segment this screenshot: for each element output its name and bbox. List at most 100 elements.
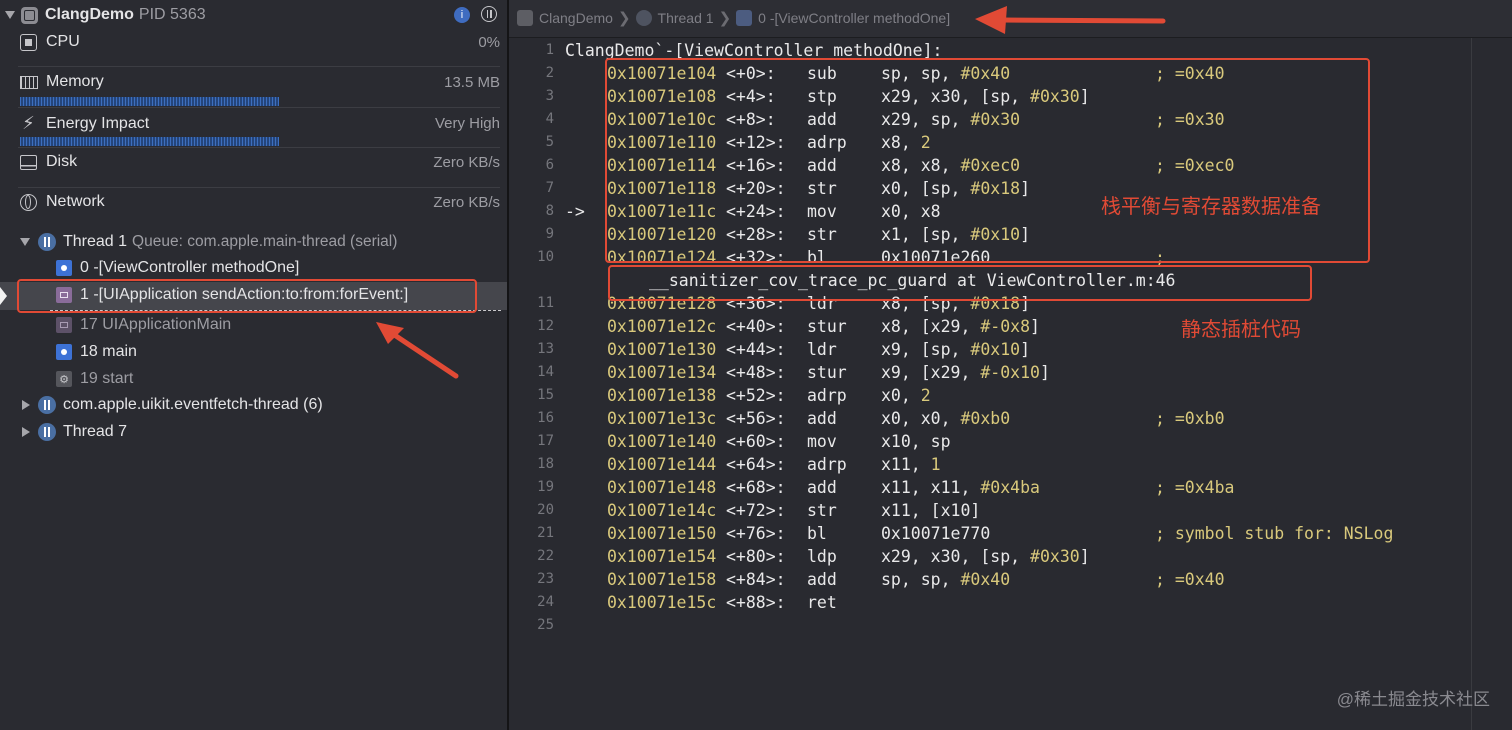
current-instruction-marker: ->	[565, 202, 585, 221]
instruction-opcode: ldr	[807, 340, 837, 359]
user-frame-icon	[56, 344, 72, 360]
stack-prep-box	[605, 58, 1370, 263]
instruction-offset: <+88>:	[726, 593, 786, 612]
frame-label: 18 main	[80, 343, 137, 360]
instruction-operands: sp, sp, #0x40	[881, 570, 1011, 589]
gauge-disk[interactable]: Disk Zero KB/s	[20, 153, 500, 171]
instruction-row[interactable]: 0x10071e14c <+72>: str x11, [x10]	[509, 501, 1469, 523]
instruction-offset: <+40>:	[726, 317, 786, 336]
annotation-arrow	[376, 322, 459, 379]
thread-icon	[38, 423, 56, 441]
breadcrumb-thread[interactable]: Thread 1	[658, 10, 714, 26]
instruction-opcode: str	[807, 501, 837, 520]
threads-toggle-icon[interactable]	[481, 6, 497, 22]
instruction-operands: x11, 1	[881, 455, 941, 474]
jump-bar: ClangDemo ❯ Thread 1 ❯ 0 -[ViewControlle…	[509, 0, 1512, 38]
jump-bar-path: ClangDemo ❯ Thread 1 ❯ 0 -[ViewControlle…	[517, 9, 950, 27]
disclosure-collapsed-icon[interactable]	[22, 427, 30, 437]
instruction-offset: <+68>:	[726, 478, 786, 497]
instruction-opcode: stur	[807, 363, 847, 382]
instruction-offset: <+56>:	[726, 409, 786, 428]
instruction-row[interactable]: 0x10071e140 <+60>: mov x10, sp	[509, 432, 1469, 454]
instruction-comment: ; =0xb0	[1155, 409, 1225, 428]
instruction-comment: ; symbol stub for: NSLog	[1155, 524, 1394, 543]
instruction-operands: x11, [x10]	[881, 501, 981, 520]
gauge-network[interactable]: Network Zero KB/s	[20, 193, 500, 211]
instruction-opcode: adrp	[807, 386, 847, 405]
disclosure-expanded-icon[interactable]	[5, 11, 15, 19]
frame-label: 17 UIApplicationMain	[80, 316, 232, 333]
chevron-right-icon: ❯	[617, 10, 631, 27]
instruction-row[interactable]: 0x10071e144 <+64>: adrp x11, 1	[509, 455, 1469, 477]
chevron-right-icon: ❯	[718, 10, 732, 27]
instruction-address: 0x10071e158	[607, 570, 717, 589]
line-number: 25	[537, 617, 554, 633]
instruction-row[interactable]: 0x10071e138 <+52>: adrp x0, 2	[509, 386, 1469, 408]
instruction-opcode: ret	[807, 593, 837, 612]
breadcrumb-project[interactable]: ClangDemo	[539, 10, 613, 26]
thread-icon	[38, 233, 56, 251]
instruction-row[interactable]: 0x10071e158 <+84>: add sp, sp, #0x40 ; =0x40	[509, 570, 1469, 592]
gauge-memory[interactable]: Memory 13.5 MB	[20, 73, 500, 91]
energy-usage-bar	[20, 137, 279, 146]
thread-1-row[interactable]: Thread 1 Queue: com.apple.main-thread (s…	[20, 233, 397, 251]
instruction-offset: <+60>:	[726, 432, 786, 451]
thread-icon	[38, 396, 56, 414]
thread-name: Thread 7	[63, 423, 128, 440]
instruction-opcode: ldp	[807, 547, 837, 566]
gauge-cpu[interactable]: CPU 0%	[20, 33, 500, 51]
minimap[interactable]	[1471, 38, 1512, 730]
stack-frame[interactable]: 0 -[ViewController methodOne]	[56, 259, 299, 277]
instruction-offset: <+52>:	[726, 386, 786, 405]
process-name: ClangDemo	[45, 6, 134, 23]
stack-frame[interactable]: 18 main	[56, 343, 137, 361]
info-icon[interactable]: i	[454, 7, 470, 23]
instruction-row[interactable]: 0x10071e130 <+44>: ldr x9, [sp, #0x10]	[509, 340, 1469, 362]
gauge-energy[interactable]: ⚡ Energy Impact Very High	[20, 113, 500, 134]
globe-icon	[20, 193, 37, 211]
instruction-opcode: add	[807, 570, 837, 589]
instruction-operands: x9, [x29, #-0x10]	[881, 363, 1050, 382]
stack-frame[interactable]: ⚙ 19 start	[56, 370, 133, 388]
instruction-opcode: add	[807, 409, 837, 428]
disk-icon	[20, 154, 37, 170]
gauge-label: Network	[46, 193, 105, 210]
annotation-arrow	[975, 6, 1166, 34]
disclosure-expanded-icon[interactable]	[20, 238, 30, 246]
gauge-value: Zero KB/s	[433, 153, 500, 171]
instruction-opcode: adrp	[807, 455, 847, 474]
disclosure-collapsed-icon[interactable]	[22, 400, 30, 410]
instruction-operands: x0, 2	[881, 386, 931, 405]
framework-frame-icon	[56, 317, 72, 333]
breadcrumb-frame[interactable]: 0 -[ViewController methodOne]	[758, 10, 950, 26]
instruction-operands: 0x10071e770	[881, 524, 991, 543]
instruction-comment: ; =0x40	[1155, 570, 1225, 589]
stack-frame[interactable]: 17 UIApplicationMain	[56, 316, 231, 334]
instruction-operands: x29, x30, [sp, #0x30]	[881, 547, 1090, 566]
instruction-address: 0x10071e134	[607, 363, 717, 382]
instruction-address: 0x10071e150	[607, 524, 717, 543]
thread-name: com.apple.uikit.eventfetch-thread (6)	[63, 396, 323, 413]
thread-row[interactable]: Thread 7	[22, 423, 127, 441]
stack-prep-note: 栈平衡与寄存器数据准备	[1101, 196, 1321, 218]
instruction-row[interactable]: 0x10071e134 <+48>: stur x9, [x29, #-0x10]	[509, 363, 1469, 385]
instrumentation-box	[608, 265, 1312, 301]
instruction-row[interactable]: 0x10071e15c <+88>: ret	[509, 593, 1469, 615]
process-row[interactable]: ClangDemo PID 5363	[5, 6, 206, 24]
divider	[18, 66, 500, 67]
gauge-label: Memory	[46, 73, 104, 90]
instruction-row[interactable]: 0x10071e148 <+68>: add x11, x11, #0x4ba ; =0…	[509, 478, 1469, 500]
instruction-row[interactable]: 0x10071e13c <+56>: add x0, x0, #0xb0 ; =0xb0	[509, 409, 1469, 431]
thread-row[interactable]: com.apple.uikit.eventfetch-thread (6)	[22, 396, 323, 414]
instruction-address: 0x10071e14c	[607, 501, 717, 520]
frame-label: 19 start	[80, 370, 134, 387]
instruction-address: 0x10071e148	[607, 478, 717, 497]
divider	[18, 147, 500, 148]
gauge-value: 13.5 MB	[444, 73, 500, 91]
process-pid: PID 5363	[138, 6, 206, 23]
instruction-row[interactable]: 0x10071e154 <+80>: ldp x29, x30, [sp, #0x30…	[509, 547, 1469, 569]
instruction-row[interactable]: 0x10071e150 <+76>: bl 0x10071e770 ; symbol s…	[509, 524, 1469, 546]
instruction-row[interactable]: 0x10071e12c <+40>: stur x8, [x29, #-0x8]	[509, 317, 1469, 339]
gauge-label: Energy Impact	[46, 114, 150, 132]
user-frame-icon	[56, 260, 72, 276]
